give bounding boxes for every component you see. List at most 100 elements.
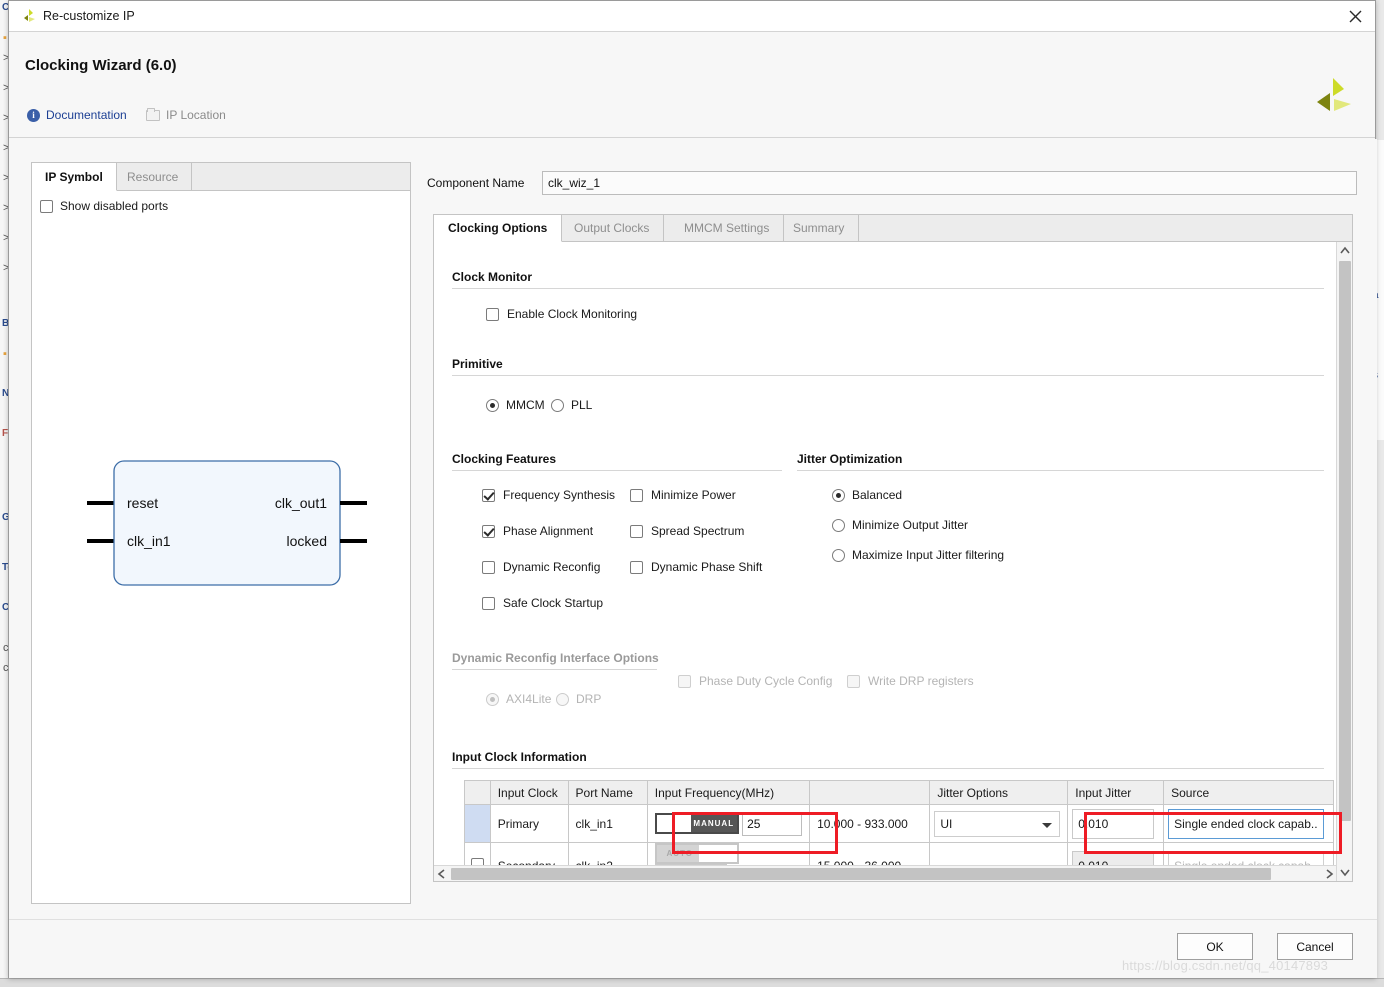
symbol-port-locked: locked <box>287 533 327 549</box>
row-primary-jitter-options-cell[interactable]: UI <box>929 804 1069 843</box>
drp-label: DRP <box>576 692 602 706</box>
jitter-balanced-radio[interactable] <box>832 488 845 502</box>
primary-frequency-mode-toggle[interactable]: MANUAL <box>654 813 739 834</box>
col-input-clock: Input Clock <box>489 780 569 805</box>
spread-spectrum-checkbox[interactable] <box>630 524 643 538</box>
cancel-button[interactable]: Cancel <box>1277 933 1353 960</box>
vertical-scroll-thumb[interactable] <box>1339 261 1351 821</box>
clocking-features-heading: Clocking Features <box>452 452 557 466</box>
frequency-synthesis-checkbox[interactable] <box>482 488 495 502</box>
primary-source-input[interactable]: Single ended clock capab.. <box>1168 808 1325 839</box>
re-customize-ip-dialog: Re-customize IP Clocking Wizard (6.0) i … <box>8 0 1377 978</box>
dynamic-reconfig-interface-heading: Dynamic Reconfig Interface Options <box>452 651 659 665</box>
scroll-up-icon[interactable] <box>1337 242 1353 259</box>
write-drp-registers-checkbox[interactable] <box>847 674 860 688</box>
dynamic-phase-shift-row[interactable]: Dynamic Phase Shift <box>630 560 762 574</box>
enable-clock-monitoring-row[interactable]: Enable Clock Monitoring <box>486 307 637 321</box>
horizontal-scroll-thumb[interactable] <box>451 868 1271 880</box>
jitter-maximize-input-radio[interactable] <box>832 548 845 562</box>
row-primary-input-jitter-cell[interactable]: 0.010 <box>1067 804 1165 843</box>
ip-symbol-panel: IP Symbol Resource Show disabled ports r <box>31 162 411 904</box>
vertical-scrollbar[interactable] <box>1336 242 1352 881</box>
enable-clock-monitoring-checkbox[interactable] <box>486 307 499 321</box>
tab-ip-symbol[interactable]: IP Symbol <box>32 163 117 191</box>
dynamic-reconfig-row[interactable]: Dynamic Reconfig <box>482 560 600 574</box>
show-disabled-ports-label: Show disabled ports <box>60 199 169 213</box>
col-select <box>464 780 491 805</box>
info-icon: i <box>27 108 40 122</box>
dialog-body: IP Symbol Resource Show disabled ports r <box>9 139 1377 919</box>
tab-clocking-options[interactable]: Clocking Options <box>434 215 563 242</box>
jitter-minimize-output-row[interactable]: Minimize Output Jitter <box>832 518 968 532</box>
secondary-toggle-label: AUTO <box>656 845 703 862</box>
phase-alignment-checkbox[interactable] <box>482 524 495 538</box>
jitter-minimize-output-radio[interactable] <box>832 518 845 532</box>
dynamic-reconfig-checkbox[interactable] <box>482 560 495 574</box>
primitive-mmcm-label: MMCM <box>506 398 545 412</box>
frequency-synthesis-row[interactable]: Frequency Synthesis <box>482 488 615 502</box>
primitive-pll-radio[interactable] <box>551 398 564 412</box>
primary-toggle-label: MANUAL <box>690 815 737 832</box>
jitter-optimization-rule <box>797 470 1324 471</box>
ip-location-link[interactable]: IP Location <box>146 107 226 122</box>
primary-frequency-input[interactable]: 25 <box>742 811 803 836</box>
dialog-titlebar: Re-customize IP <box>9 1 1375 32</box>
documentation-link[interactable]: i Documentation <box>27 108 127 122</box>
scroll-right-icon[interactable] <box>1325 869 1334 879</box>
phase-alignment-row[interactable]: Phase Alignment <box>482 524 593 538</box>
ip-symbol-tabstrip: IP Symbol Resource <box>32 163 410 191</box>
primary-jitter-options-value: UI <box>940 816 953 831</box>
jitter-maximize-input-row[interactable]: Maximize Input Jitter filtering <box>832 548 1004 562</box>
axi4lite-option[interactable]: AXI4Lite <box>486 692 551 706</box>
drp-radio[interactable] <box>556 692 569 706</box>
page-title: Clocking Wizard (6.0) <box>25 57 177 74</box>
ok-button[interactable]: OK <box>1177 933 1253 960</box>
row-primary-frequency-cell[interactable]: MANUAL 25 <box>646 804 811 843</box>
primitive-pll-option[interactable]: PLL <box>551 398 592 412</box>
primitive-heading: Primitive <box>452 357 503 371</box>
safe-clock-startup-checkbox[interactable] <box>482 596 495 610</box>
secondary-frequency-mode-toggle[interactable]: AUTO <box>654 843 739 864</box>
tab-mmcm-settings[interactable]: MMCM Settings <box>670 215 785 242</box>
tab-resource[interactable]: Resource <box>114 163 193 191</box>
table-row[interactable]: Primary clk_in1 MANUAL 25 10.000 - 933.0… <box>464 804 1334 843</box>
primary-input-jitter-input[interactable]: 0.010 <box>1072 808 1155 839</box>
horizontal-scrollbar[interactable] <box>434 865 1337 881</box>
drp-option[interactable]: DRP <box>556 692 601 706</box>
symbol-port-clk-out1: clk_out1 <box>275 495 327 511</box>
row-primary-select[interactable] <box>464 804 491 843</box>
enable-clock-monitoring-label: Enable Clock Monitoring <box>507 307 638 321</box>
component-name-input[interactable] <box>542 171 1357 195</box>
primary-jitter-options-dropdown[interactable]: UI <box>934 810 1061 837</box>
row-primary-input-clock: Primary <box>489 804 569 843</box>
primitive-mmcm-option[interactable]: MMCM <box>486 398 545 412</box>
tab-summary[interactable]: Summary <box>779 215 860 242</box>
show-disabled-ports-row[interactable]: Show disabled ports <box>40 199 168 213</box>
close-icon[interactable] <box>1341 4 1369 29</box>
tab-output-clocks[interactable]: Output Clocks <box>560 215 665 242</box>
scroll-down-icon[interactable] <box>1337 864 1353 881</box>
phase-duty-cycle-config-checkbox[interactable] <box>678 674 691 688</box>
show-disabled-ports-checkbox[interactable] <box>40 199 53 213</box>
axi4lite-label: AXI4Lite <box>506 692 552 706</box>
ip-location-label: IP Location <box>166 108 226 122</box>
dynamic-phase-shift-checkbox[interactable] <box>630 560 643 574</box>
write-drp-registers-row[interactable]: Write DRP registers <box>847 674 974 688</box>
col-input-frequency: Input Frequency(MHz) <box>646 780 811 805</box>
settings-tabpanel: Clocking Options Output Clocks MMCM Sett… <box>433 214 1353 882</box>
safe-clock-startup-row[interactable]: Safe Clock Startup <box>482 596 603 610</box>
axi4lite-radio[interactable] <box>486 692 499 706</box>
minimize-power-checkbox[interactable] <box>630 488 643 502</box>
minimize-power-row[interactable]: Minimize Power <box>630 488 736 502</box>
chevron-down-icon <box>1042 822 1053 828</box>
configuration-panel: Component Name Clocking Options Output C… <box>427 147 1357 909</box>
phase-duty-cycle-config-row[interactable]: Phase Duty Cycle Config <box>678 674 832 688</box>
phase-duty-cycle-config-label: Phase Duty Cycle Config <box>699 674 833 688</box>
scroll-left-icon[interactable] <box>437 869 446 879</box>
row-primary-source-cell[interactable]: Single ended clock capab.. <box>1163 804 1334 843</box>
spread-spectrum-row[interactable]: Spread Spectrum <box>630 524 744 538</box>
col-input-jitter: Input Jitter <box>1067 780 1165 805</box>
primitive-mmcm-radio[interactable] <box>486 398 499 412</box>
col-source: Source <box>1163 780 1334 805</box>
jitter-balanced-row[interactable]: Balanced <box>832 488 902 502</box>
